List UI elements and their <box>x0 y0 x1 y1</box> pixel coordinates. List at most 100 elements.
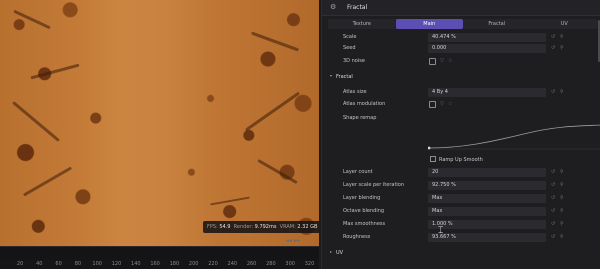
timeline-tick-label: 120 <box>111 261 122 267</box>
expose-pin-icon[interactable]: ⚲ <box>560 87 564 98</box>
fps-label: FPS: <box>207 224 218 230</box>
timeline-tick-label: 180 <box>169 261 180 267</box>
timeline-tick-label: 100 <box>92 261 102 267</box>
property-label: Layer count <box>343 169 373 175</box>
property-label: Seed <box>343 45 356 51</box>
reset-icon[interactable]: ↺ <box>551 193 555 204</box>
terrain-crack <box>210 196 250 206</box>
reset-icon[interactable]: ↺ <box>551 206 555 217</box>
timeline-tick-label: 260 <box>246 261 257 267</box>
property-value-field[interactable]: Max <box>428 194 546 203</box>
tab-bar: Texture Main Fractal UV <box>328 19 598 29</box>
property-label: Roughness <box>343 234 371 240</box>
property-row-layer-blending: Layer blending Max ↺ ⚲ <box>322 193 600 204</box>
reset-icon[interactable]: ↺ <box>551 219 555 230</box>
property-row-3d-noise: 3D noise ▽ ☆ <box>322 56 600 67</box>
reset-icon[interactable]: ↺ <box>551 43 555 54</box>
tab-uv[interactable]: UV <box>531 19 599 29</box>
timeline-tick-label: 200 <box>188 261 199 267</box>
timeline-tick-label: 40 <box>36 261 43 267</box>
variation-icon[interactable]: ▽ <box>440 99 444 110</box>
property-value-field[interactable]: 92.750 % <box>428 181 546 190</box>
timeline-tick-label: 320 <box>304 261 315 267</box>
favorite-icon[interactable]: ☆ <box>448 99 452 110</box>
mouse-cursor-icon: ⌶ <box>438 226 444 236</box>
shape-remap-curve-graph[interactable] <box>427 124 600 150</box>
reset-icon[interactable]: ↺ <box>551 32 555 43</box>
expose-pin-icon[interactable]: ⚲ <box>560 32 564 43</box>
property-row-layer-scale-per-iteration: Layer scale per iteration 92.750 % ↺ ⚲ <box>322 180 600 191</box>
property-label: Layer blending <box>343 195 381 201</box>
reset-icon[interactable]: ↺ <box>551 87 555 98</box>
property-row-max-smoothness: Max smoothness 1.000 % ↺ ⚲ <box>322 219 600 230</box>
vram-value: 2.32 GB <box>297 224 318 230</box>
property-row-seed: Seed 0.000 ↺ ⚲ <box>322 43 600 54</box>
property-value-field[interactable]: 0.000 <box>428 44 546 53</box>
expose-pin-icon[interactable]: ⚲ <box>560 219 564 230</box>
terrain-crack <box>12 101 60 142</box>
property-value-field[interactable]: 20 <box>428 168 546 177</box>
expose-pin-icon[interactable]: ⚲ <box>560 167 564 178</box>
property-row-scale: Scale 40.474 % ↺ ⚲ <box>322 32 600 43</box>
timeline-tick-label: 80 <box>74 261 82 267</box>
property-value-field[interactable]: 1.000 % <box>428 220 546 229</box>
property-value-field[interactable]: 93.667 % <box>428 233 546 242</box>
render-value: 9.792ms <box>254 224 277 230</box>
rewind-icon[interactable]: ◂◂ <box>286 237 292 244</box>
timeline-tick-label: 60 <box>55 261 62 267</box>
expose-pin-icon[interactable]: ⚲ <box>560 206 564 217</box>
property-checkbox[interactable] <box>429 101 436 108</box>
property-value-field[interactable]: 40.474 % <box>428 33 546 42</box>
viewport-controls[interactable]: ◂◂ ▸▸ <box>286 237 300 244</box>
ramp-preset-label: Ramp Up Smooth <box>439 157 483 163</box>
favorite-icon[interactable]: ☆ <box>448 56 452 67</box>
property-row-atlas-size: Atlas size 4 By 4 ↺ ⚲ <box>322 87 600 98</box>
shape-remap-curve-editor[interactable] <box>427 124 600 150</box>
reset-icon[interactable]: ↺ <box>551 180 555 191</box>
fast-forward-icon[interactable]: ▸▸ <box>294 237 300 244</box>
ramp-preset-row[interactable]: Ramp Up Smooth <box>428 156 546 164</box>
tab-main[interactable]: Main <box>395 19 463 29</box>
section-expand-icon[interactable]: ▸ <box>330 249 332 254</box>
property-label: Max smoothness <box>343 221 386 227</box>
reset-icon[interactable]: ↺ <box>551 167 555 178</box>
timeline-tick-label: 280 <box>266 261 276 267</box>
variation-icon[interactable]: ▽ <box>440 56 444 67</box>
timeline-track[interactable] <box>0 246 319 260</box>
property-row-shape-remap: Shape remap <box>322 113 600 124</box>
property-value-field[interactable]: Max <box>428 207 546 216</box>
timeline-ruler[interactable]: 20 40 60 80 100 120 140 160 180 200 220 240 260 280 30… <box>0 259 334 269</box>
timeline-tick-label: 140 <box>131 261 141 267</box>
viewport-3d-preview[interactable]: FPS: 54.9 Render: 9.792ms VRAM: 2.32 GB … <box>0 0 319 246</box>
reset-icon[interactable]: ↺ <box>551 232 555 243</box>
expose-pin-icon[interactable]: ⚲ <box>560 180 564 191</box>
gear-icon[interactable]: ⚙ <box>330 0 336 15</box>
property-label: Atlas modulation <box>343 101 386 107</box>
panel-title: Fractal <box>347 4 368 11</box>
property-row-atlas-modulation: Atlas modulation ▽ ☆ <box>322 99 600 110</box>
expose-pin-icon[interactable]: ⚲ <box>560 232 564 243</box>
property-label: Scale <box>343 34 357 40</box>
timeline-tick-label: 220 <box>208 261 218 267</box>
property-checkbox[interactable] <box>429 58 436 65</box>
timeline-tick-label: 20 <box>16 261 24 267</box>
tab-fractal[interactable]: Fractal <box>463 19 531 29</box>
ramp-preset-icon <box>430 156 436 162</box>
property-value-field[interactable]: 4 By 4 <box>428 88 546 97</box>
terrain-crack <box>257 158 298 185</box>
section-title-uv[interactable]: UV <box>336 250 343 256</box>
tab-texture[interactable]: Texture <box>328 19 396 29</box>
expose-pin-icon[interactable]: ⚲ <box>560 43 564 54</box>
expose-pin-icon[interactable]: ⚲ <box>560 193 564 204</box>
remap-curve-line <box>427 124 600 149</box>
terrain-crack <box>13 9 51 30</box>
render-label: Render: <box>233 224 254 230</box>
fps-value: 54.9 <box>219 224 231 230</box>
section-title-fractal[interactable]: Fractal <box>336 74 353 80</box>
property-row-layer-count: Layer count 20 ↺ ⚲ <box>322 167 600 178</box>
section-collapse-icon[interactable]: ▾ <box>330 73 332 78</box>
vram-label: VRAM: <box>279 224 296 230</box>
terrain-crack <box>30 63 80 80</box>
properties-panel: ⚙ Fractal Texture Main Fractal UV Scale 40.4… <box>321 0 600 269</box>
property-label: Atlas size <box>343 89 367 95</box>
